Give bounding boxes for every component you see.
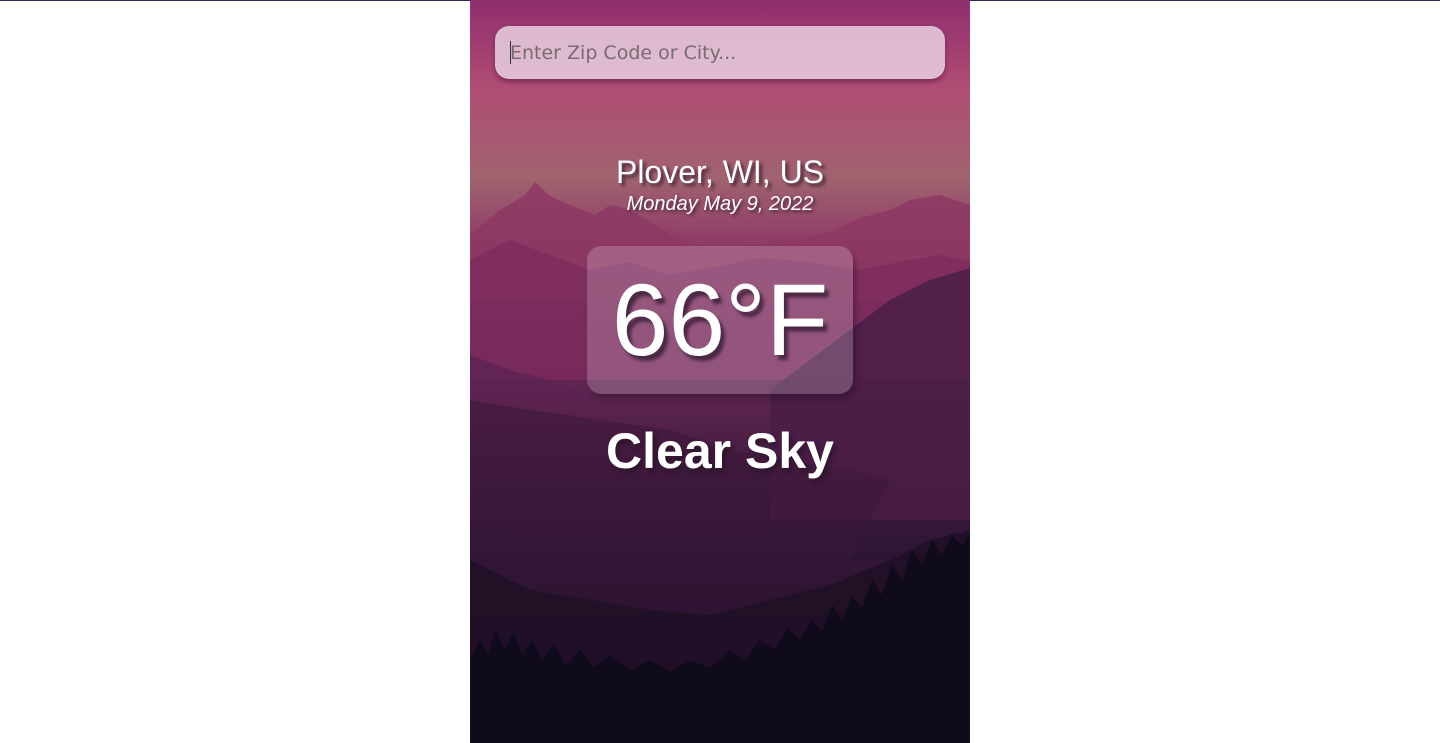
temperature-value: 66°F xyxy=(611,263,829,377)
text-cursor xyxy=(510,41,511,64)
search-bar[interactable] xyxy=(495,26,945,79)
weather-condition: Clear Sky xyxy=(606,423,834,479)
weather-app: Plover, WI, US Monday May 9, 2022 66°F C… xyxy=(470,0,970,743)
location-label: Plover, WI, US xyxy=(615,154,825,190)
temperature-card: 66°F xyxy=(587,246,853,394)
search-input[interactable] xyxy=(495,26,945,79)
date-label: Monday May 9, 2022 xyxy=(626,193,814,215)
